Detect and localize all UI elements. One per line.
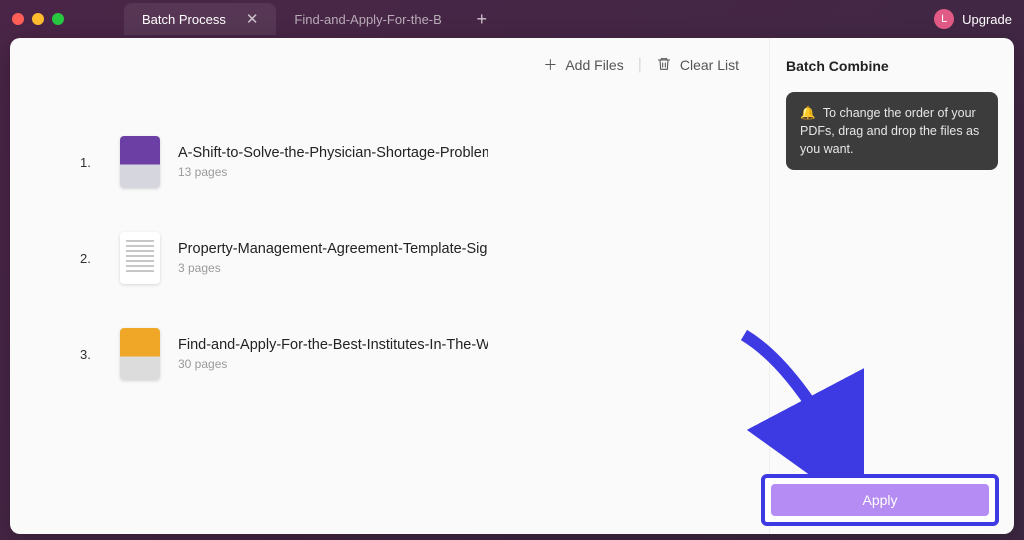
close-window-button[interactable]: [12, 13, 24, 25]
side-panel-title: Batch Combine: [786, 58, 998, 74]
file-thumbnail: [120, 232, 160, 284]
avatar: L: [934, 9, 954, 29]
new-tab-button[interactable]: +: [468, 5, 496, 33]
clear-list-label: Clear List: [680, 57, 739, 73]
annotation-arrow: [734, 325, 864, 480]
main-panel: ＋ Add Files | Clear List 1. A-Shift-to-So…: [10, 38, 769, 534]
title-bar: Batch Process✕Find-and-Apply-For-the-B+ …: [0, 0, 1024, 38]
tab-0[interactable]: Batch Process ✕: [124, 3, 276, 35]
file-meta: Property-Management-Agreement-Template-S…: [178, 241, 739, 275]
close-tab-icon[interactable]: ✕: [246, 10, 259, 28]
upgrade-label: Upgrade: [962, 12, 1012, 27]
tab-strip: Batch Process ✕ Find-and-Apply-For-the-B +: [124, 3, 934, 35]
file-thumbnail: [120, 136, 160, 188]
window-controls: [12, 13, 64, 25]
file-meta: A-Shift-to-Solve-the-Physician-Shortage-…: [178, 145, 739, 179]
add-files-label: Add Files: [565, 57, 623, 73]
file-pages: 3 pages: [178, 261, 739, 275]
clear-list-button[interactable]: Clear List: [656, 56, 739, 75]
file-meta: Find-and-Apply-For-the-Best-Institutes-I…: [178, 337, 739, 371]
app-window: ＋ Add Files | Clear List 1. A-Shift-to-So…: [10, 38, 1014, 534]
file-pages: 13 pages: [178, 165, 739, 179]
maximize-window-button[interactable]: [52, 13, 64, 25]
file-pages: 30 pages: [178, 357, 739, 371]
apply-button[interactable]: Apply: [771, 484, 989, 516]
trash-icon: [656, 56, 672, 75]
file-name: Find-and-Apply-For-the-Best-Institutes-I…: [178, 337, 488, 353]
tip-text: To change the order of your PDFs, drag a…: [800, 106, 979, 156]
add-files-button[interactable]: ＋ Add Files: [543, 55, 623, 75]
file-index: 3.: [80, 347, 106, 362]
tab-label: Find-and-Apply-For-the-B: [294, 12, 441, 27]
plus-icon: ＋: [543, 55, 557, 75]
file-index: 1.: [80, 155, 106, 170]
tab-1[interactable]: Find-and-Apply-For-the-B: [276, 3, 459, 35]
file-row[interactable]: 1. A-Shift-to-Solve-the-Physician-Shortag…: [80, 136, 739, 188]
file-name: Property-Management-Agreement-Template-S…: [178, 241, 488, 257]
file-index: 2.: [80, 251, 106, 266]
minimize-window-button[interactable]: [32, 13, 44, 25]
toolbar-separator: |: [638, 56, 642, 74]
file-name: A-Shift-to-Solve-the-Physician-Shortage-…: [178, 145, 488, 161]
bell-icon: 🔔: [800, 106, 816, 120]
apply-highlight: Apply: [761, 474, 999, 526]
file-list: 1. A-Shift-to-Solve-the-Physician-Shortag…: [10, 92, 769, 434]
file-row[interactable]: 3. Find-and-Apply-For-the-Best-Institutes…: [80, 328, 739, 380]
file-row[interactable]: 2. Property-Management-Agreement-Template…: [80, 232, 739, 284]
tip-box: 🔔 To change the order of your PDFs, drag…: [786, 92, 998, 170]
toolbar: ＋ Add Files | Clear List: [10, 38, 769, 92]
tab-label: Batch Process: [142, 12, 226, 27]
file-thumbnail: [120, 328, 160, 380]
upgrade-button[interactable]: L Upgrade: [934, 9, 1012, 29]
